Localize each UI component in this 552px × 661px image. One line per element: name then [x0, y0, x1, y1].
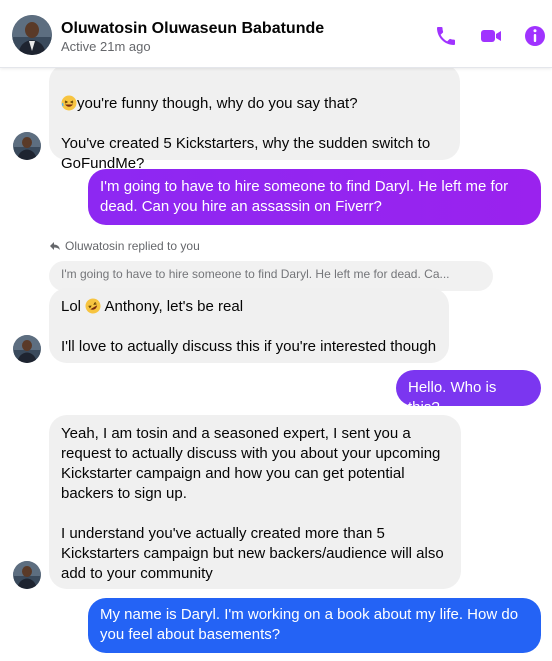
phone-icon[interactable]	[434, 24, 458, 48]
reply-arrow-icon	[50, 242, 60, 250]
incoming-message[interactable]: Lol Anthony, let's be real I'll love to …	[49, 288, 449, 363]
incoming-message[interactable]: Yeah, I am tosin and a seasoned expert, …	[49, 415, 461, 589]
outgoing-message[interactable]: My name is Daryl. I'm working on a book …	[88, 598, 541, 653]
message-text-end: Anthony, let's be real I'll love to actu…	[61, 298, 437, 355]
quoted-message[interactable]: I'm going to have to hire someone to fin…	[49, 261, 493, 291]
rofl-face-icon	[85, 298, 101, 314]
message-text: you're funny though, why do you say that…	[61, 95, 431, 172]
chat-header: Oluwatosin Oluwaseun Babatunde Active 21…	[0, 0, 552, 68]
laughing-face-icon	[61, 95, 77, 111]
video-icon[interactable]	[479, 24, 503, 48]
reply-indicator: Oluwatosin replied to you	[49, 239, 200, 253]
outgoing-message[interactable]: Hello. Who is this?	[396, 370, 541, 416]
contact-avatar-small[interactable]	[13, 561, 41, 589]
message-text-start: Lol	[61, 298, 82, 315]
active-status: Active 21m ago	[61, 39, 151, 54]
contact-avatar-small[interactable]	[13, 335, 41, 363]
incoming-message[interactable]: you're funny though, why do you say that…	[49, 64, 460, 172]
contact-avatar-small[interactable]	[13, 132, 41, 160]
info-icon[interactable]	[523, 24, 547, 48]
contact-name[interactable]: Oluwatosin Oluwaseun Babatunde	[61, 20, 324, 38]
contact-avatar[interactable]	[12, 15, 52, 55]
reply-indicator-text: Oluwatosin replied to you	[65, 239, 200, 253]
outgoing-message[interactable]: I'm going to have to hire someone to fin…	[88, 169, 541, 225]
